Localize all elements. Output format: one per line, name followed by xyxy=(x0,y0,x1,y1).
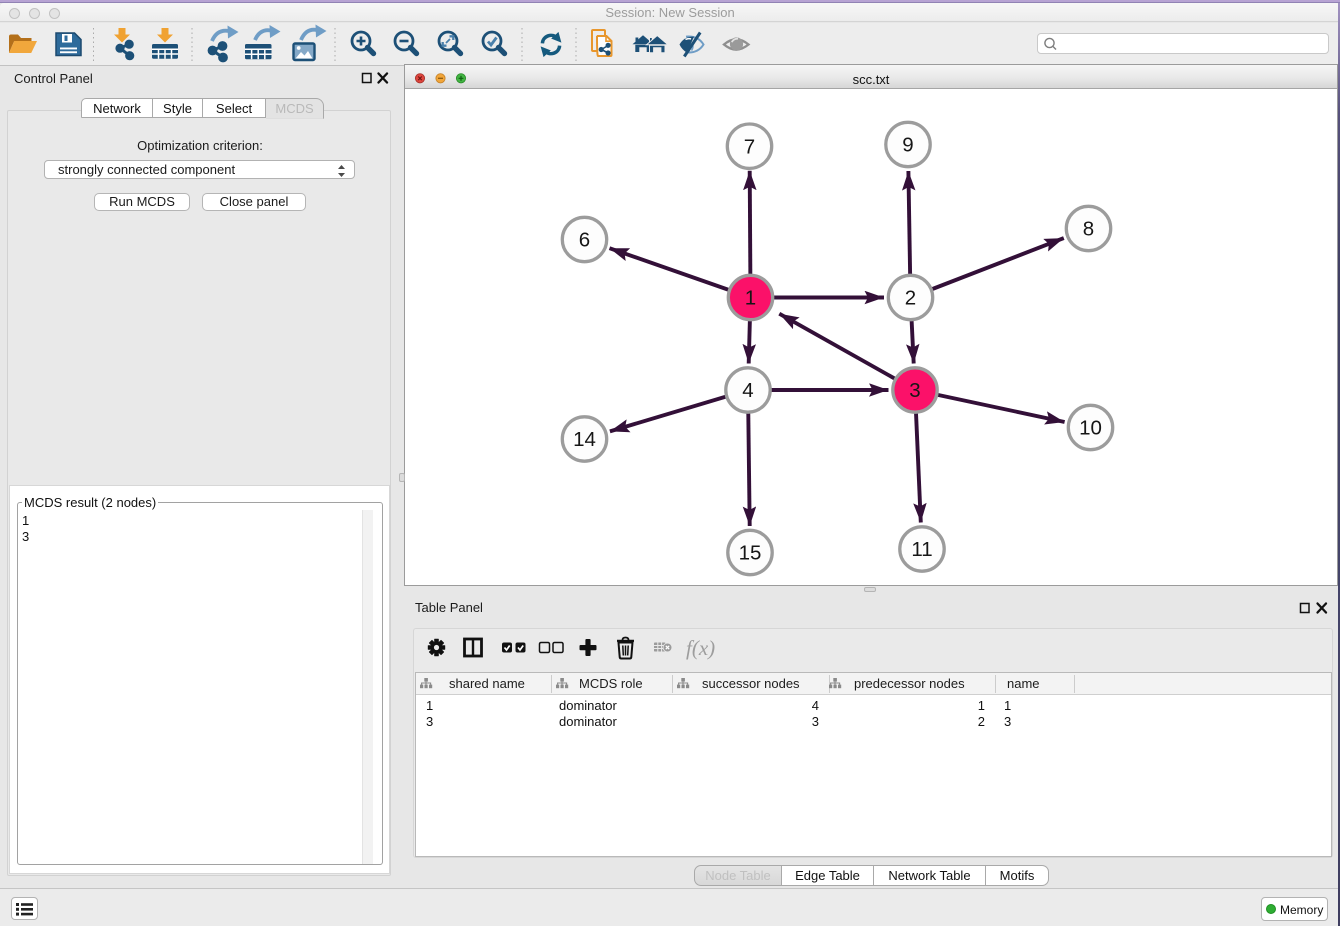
svg-text:7: 7 xyxy=(744,135,755,158)
svg-text:11: 11 xyxy=(911,538,932,561)
svg-text:1: 1 xyxy=(745,287,756,310)
svg-text:2: 2 xyxy=(905,287,916,310)
svg-text:8: 8 xyxy=(1083,218,1094,241)
svg-text:6: 6 xyxy=(579,229,590,252)
svg-text:4: 4 xyxy=(742,379,753,402)
svg-text:9: 9 xyxy=(902,134,913,157)
svg-text:15: 15 xyxy=(739,542,762,565)
svg-text:f(x): f(x) xyxy=(686,636,715,660)
svg-text:10: 10 xyxy=(1079,417,1102,440)
svg-text:3: 3 xyxy=(909,379,920,402)
svg-text:14: 14 xyxy=(573,428,596,451)
